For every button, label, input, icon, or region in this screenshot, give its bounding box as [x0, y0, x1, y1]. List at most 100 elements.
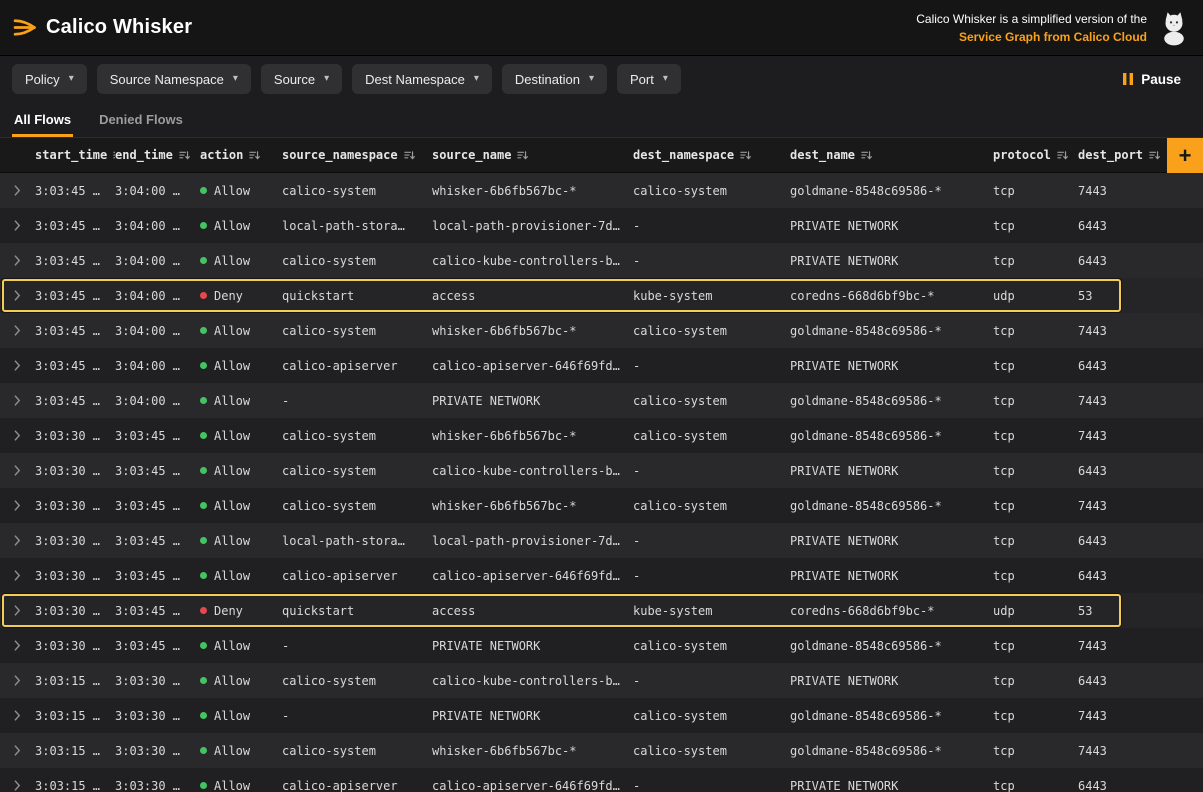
expand-chevron-icon[interactable]: [14, 710, 21, 721]
flow-row[interactable]: 3:03:30 … 3:03:45 … Allow calico-system …: [0, 453, 1203, 488]
cell-start-time: 3:03:45 …: [35, 219, 115, 233]
expand-chevron-icon[interactable]: [14, 500, 21, 511]
expand-chevron-icon[interactable]: [14, 605, 21, 616]
cell-dest-namespace: -: [633, 359, 790, 373]
expand-chevron-icon[interactable]: [14, 290, 21, 301]
expand-chevron-icon[interactable]: [14, 255, 21, 266]
flow-row[interactable]: 3:03:30 … 3:03:45 … Allow - PRIVATE NETW…: [0, 628, 1203, 663]
flow-table-body: 3:03:45 … 3:04:00 … Allow calico-system …: [0, 173, 1203, 792]
cell-dest-namespace: -: [633, 674, 790, 688]
flow-row[interactable]: 3:03:45 … 3:04:00 … Allow calico-system …: [0, 243, 1203, 278]
filter-dropdown-source[interactable]: Source ▾: [261, 64, 342, 94]
cell-source-name: whisker-6b6fb567bc-*: [432, 429, 633, 443]
column-header-dest-namespace[interactable]: dest_namespace: [633, 148, 790, 162]
action-status-dot: [200, 572, 207, 579]
cell-dest-name: PRIVATE NETWORK: [790, 464, 993, 478]
chevron-down-icon: ▾: [663, 74, 668, 84]
top-bar: Calico Whisker Calico Whisker is a simpl…: [0, 0, 1203, 56]
cell-source-namespace: local-path-stora…: [282, 219, 432, 233]
cell-dest-port: 6443: [1078, 254, 1203, 268]
filter-dropdown-dest-namespace[interactable]: Dest Namespace ▾: [352, 64, 492, 94]
cell-action: Allow: [200, 674, 282, 688]
expand-chevron-icon[interactable]: [14, 430, 21, 441]
cell-dest-namespace: calico-system: [633, 744, 790, 758]
flow-row[interactable]: 3:03:15 … 3:03:30 … Allow calico-system …: [0, 663, 1203, 698]
cell-action: Allow: [200, 744, 282, 758]
flow-row[interactable]: 3:03:30 … 3:03:45 … Allow calico-system …: [0, 418, 1203, 453]
action-status-dot: [200, 537, 207, 544]
cell-source-name: calico-kube-controllers-b…: [432, 674, 633, 688]
column-header-dest-name[interactable]: dest_name: [790, 148, 993, 162]
expand-chevron-icon[interactable]: [14, 780, 21, 791]
cell-dest-port: 6443: [1078, 534, 1203, 548]
flow-row[interactable]: 3:03:30 … 3:03:45 … Allow local-path-sto…: [0, 523, 1203, 558]
flow-row[interactable]: 3:03:45 … 3:04:00 … Allow - PRIVATE NETW…: [0, 383, 1203, 418]
flow-row[interactable]: 3:03:15 … 3:03:30 … Allow calico-system …: [0, 733, 1203, 768]
flow-row[interactable]: 3:03:30 … 3:03:45 … Allow calico-apiserv…: [0, 558, 1203, 593]
cell-dest-namespace: -: [633, 534, 790, 548]
filter-dropdown-destination[interactable]: Destination ▾: [502, 64, 607, 94]
flow-row[interactable]: 3:03:15 … 3:03:30 … Allow calico-apiserv…: [0, 768, 1203, 792]
expand-chevron-icon[interactable]: [14, 745, 21, 756]
cell-dest-port: 6443: [1078, 219, 1203, 233]
cell-dest-namespace: calico-system: [633, 499, 790, 513]
column-header-action[interactable]: action: [200, 148, 282, 162]
cell-source-name: calico-apiserver-646f69fd…: [432, 569, 633, 583]
cell-protocol: tcp: [993, 394, 1078, 408]
cell-source-name: whisker-6b6fb567bc-*: [432, 499, 633, 513]
action-label: Allow: [214, 219, 250, 233]
cell-start-time: 3:03:45 …: [35, 289, 115, 303]
cell-protocol: tcp: [993, 359, 1078, 373]
filter-dropdown-policy[interactable]: Policy ▾: [12, 64, 87, 94]
expand-chevron-icon[interactable]: [14, 535, 21, 546]
expand-chevron-icon[interactable]: [14, 325, 21, 336]
flow-row[interactable]: 3:03:45 … 3:04:00 … Deny quickstart acce…: [0, 278, 1203, 313]
expand-chevron-icon[interactable]: [14, 570, 21, 581]
pause-button[interactable]: Pause: [1117, 71, 1187, 88]
cell-action: Deny: [200, 289, 282, 303]
sort-icon: [1149, 150, 1160, 161]
expand-cell: [0, 745, 35, 756]
cell-end-time: 3:04:00 …: [115, 254, 200, 268]
tab-bar: All Flows Denied Flows: [0, 102, 1203, 138]
expand-chevron-icon[interactable]: [14, 465, 21, 476]
service-graph-link[interactable]: Service Graph from Calico Cloud: [916, 28, 1147, 46]
expand-cell: [0, 675, 35, 686]
expand-chevron-icon[interactable]: [14, 395, 21, 406]
filter-dropdown-label: Port: [630, 72, 654, 87]
add-column-button[interactable]: +: [1167, 138, 1203, 173]
column-header-label: end_time: [115, 148, 173, 162]
column-header-protocol[interactable]: protocol: [993, 148, 1078, 162]
flow-row[interactable]: 3:03:45 … 3:04:00 … Allow calico-apiserv…: [0, 348, 1203, 383]
action-status-dot: [200, 642, 207, 649]
cell-protocol: tcp: [993, 639, 1078, 653]
cell-start-time: 3:03:30 …: [35, 639, 115, 653]
column-header-source-namespace[interactable]: source_namespace: [282, 148, 432, 162]
tab-denied-flows[interactable]: Denied Flows: [99, 102, 183, 137]
cell-dest-port: 6443: [1078, 674, 1203, 688]
flow-row[interactable]: 3:03:30 … 3:03:45 … Allow calico-system …: [0, 488, 1203, 523]
app-title: Calico Whisker: [46, 16, 192, 39]
expand-chevron-icon[interactable]: [14, 185, 21, 196]
cell-start-time: 3:03:15 …: [35, 744, 115, 758]
column-header-source-name[interactable]: source_name: [432, 148, 633, 162]
filter-dropdown-port[interactable]: Port ▾: [617, 64, 681, 94]
column-header-start-time[interactable]: start_time: [35, 148, 115, 162]
flow-row[interactable]: 3:03:30 … 3:03:45 … Deny quickstart acce…: [0, 593, 1203, 628]
expand-chevron-icon[interactable]: [14, 220, 21, 231]
flow-row[interactable]: 3:03:45 … 3:04:00 … Allow local-path-sto…: [0, 208, 1203, 243]
flow-row[interactable]: 3:03:45 … 3:04:00 … Allow calico-system …: [0, 173, 1203, 208]
cell-source-namespace: calico-system: [282, 254, 432, 268]
expand-chevron-icon[interactable]: [14, 675, 21, 686]
filter-dropdown-source-namespace[interactable]: Source Namespace ▾: [97, 64, 251, 94]
column-header-end-time[interactable]: end_time: [115, 148, 200, 162]
expand-cell: [0, 290, 35, 301]
expand-chevron-icon[interactable]: [14, 640, 21, 651]
flow-row[interactable]: 3:03:45 … 3:04:00 … Allow calico-system …: [0, 313, 1203, 348]
cell-end-time: 3:04:00 …: [115, 184, 200, 198]
cell-protocol: tcp: [993, 569, 1078, 583]
expand-chevron-icon[interactable]: [14, 360, 21, 371]
calico-whisker-app: Calico Whisker Calico Whisker is a simpl…: [0, 0, 1203, 792]
tab-all-flows[interactable]: All Flows: [14, 102, 71, 137]
flow-row[interactable]: 3:03:15 … 3:03:30 … Allow - PRIVATE NETW…: [0, 698, 1203, 733]
